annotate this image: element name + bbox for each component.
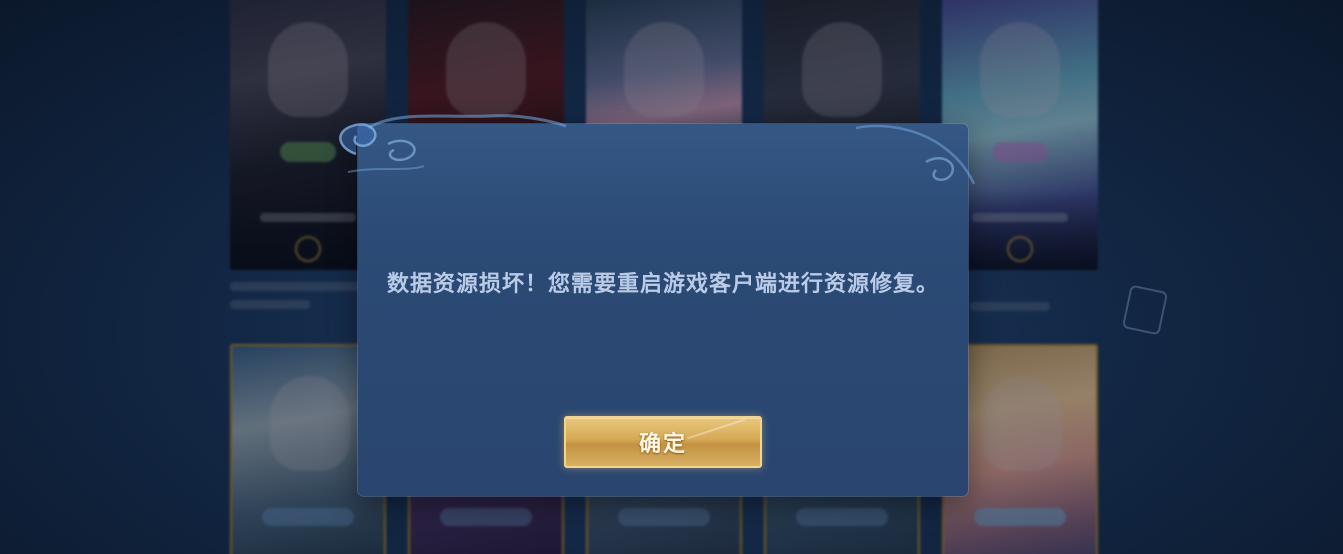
dice-icon: [1121, 284, 1169, 336]
card-badge: [796, 508, 888, 526]
cloud-ornament-icon: [856, 124, 976, 185]
rank-emblem-icon: [295, 236, 321, 262]
confirm-button[interactable]: 确定: [564, 416, 762, 468]
card-badge: [262, 508, 354, 526]
button-sheen: [687, 418, 745, 440]
hero-portrait: [982, 376, 1062, 471]
background-text-line: [970, 302, 1050, 311]
card-badge: [440, 508, 532, 526]
hero-portrait: [624, 22, 704, 117]
card-caption: [260, 213, 356, 222]
card-badge: [618, 508, 710, 526]
background-text-line: [230, 282, 370, 291]
card-caption: [972, 213, 1068, 222]
hero-portrait: [802, 22, 882, 117]
error-message: 数据资源损坏！您需要重启游戏客户端进行资源修复。: [386, 272, 939, 297]
rank-emblem-icon: [1007, 236, 1033, 262]
background-text-line: [230, 300, 310, 309]
hero-portrait: [446, 22, 526, 117]
confirm-button-label: 确定: [638, 432, 687, 457]
hero-portrait: [270, 376, 350, 471]
game-screen: 数据资源损坏！您需要重启游戏客户端进行资源修复。 确定: [0, 0, 1343, 554]
hero-portrait: [268, 22, 348, 117]
cloud-ornament-icon: [339, 114, 567, 173]
card-badge: [280, 142, 336, 162]
card-badge: [974, 508, 1066, 526]
error-dialog: 数据资源损坏！您需要重启游戏客户端进行资源修复。 确定: [339, 114, 976, 496]
dialog-sheen: [358, 124, 968, 244]
hero-portrait: [980, 22, 1060, 117]
card-badge: [992, 142, 1048, 162]
